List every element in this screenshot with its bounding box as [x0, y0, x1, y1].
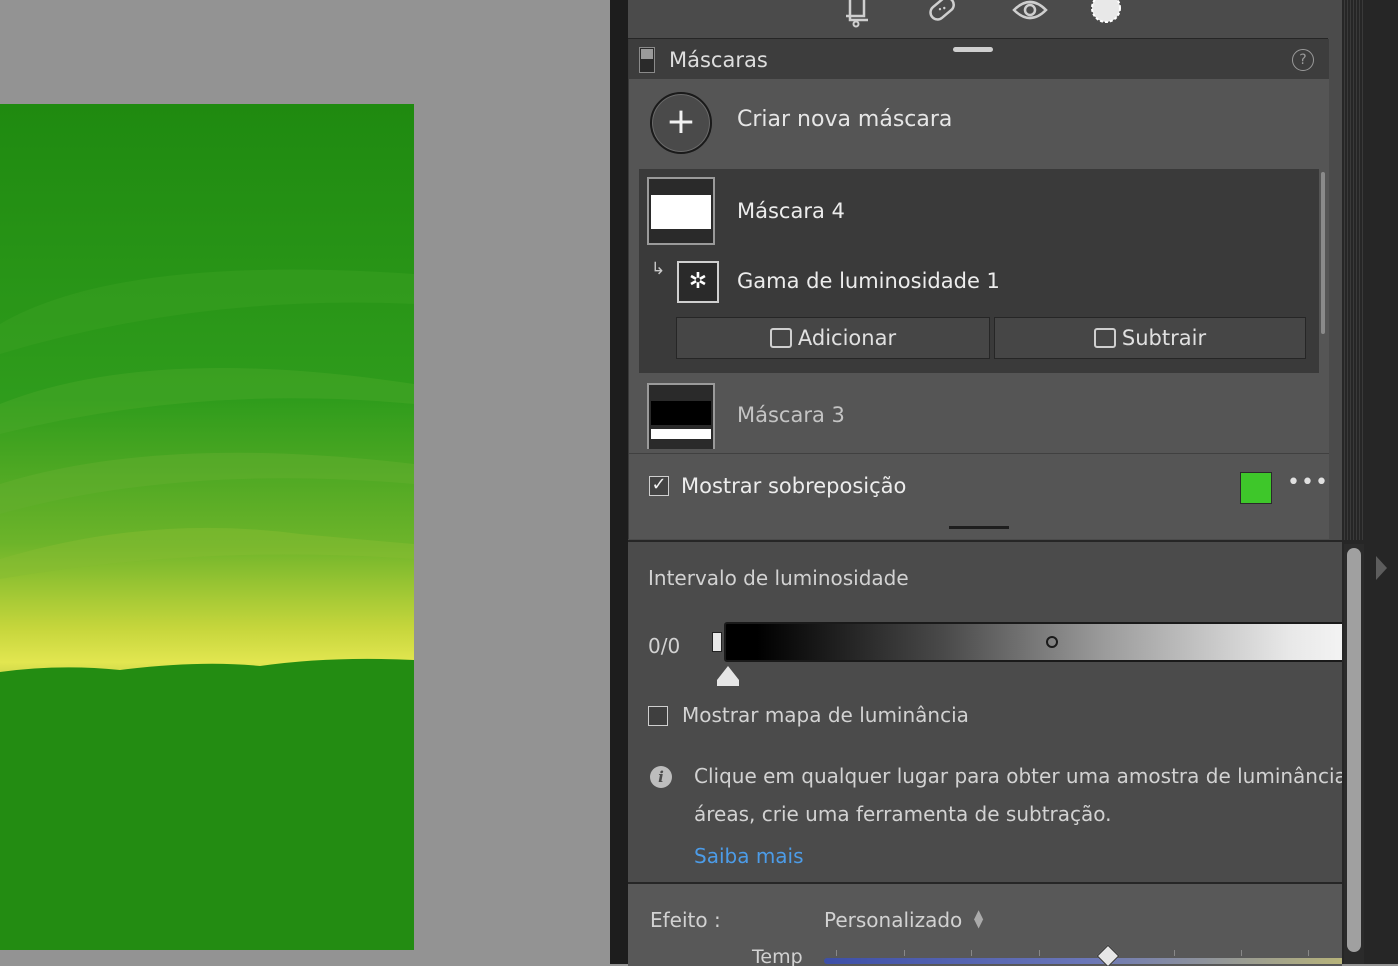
child-arrow-icon: ↳	[651, 259, 666, 279]
subtract-button-label: Subtrair	[1121, 326, 1207, 350]
show-overlay-row: ✓ Mostrar sobreposição •••	[629, 453, 1329, 540]
luminance-range-mid-handle[interactable]	[1046, 636, 1058, 648]
luminance-range-left-handle[interactable]	[712, 632, 722, 652]
mask-item-selected[interactable]: Máscara 4 ↳ ✲ Gama de luminosidade 1 Adi…	[639, 169, 1319, 373]
mask-thumbnail[interactable]	[647, 383, 715, 449]
slider-tick	[1039, 950, 1040, 956]
photo-image	[0, 104, 414, 950]
more-options-icon[interactable]: •••	[1287, 470, 1329, 495]
temp-slider-track[interactable]	[824, 958, 1342, 964]
show-luminance-map-checkbox[interactable]	[648, 706, 668, 726]
heal-icon[interactable]	[922, 0, 962, 28]
info-text-line-1: Clique em qualquer lugar para obter uma …	[694, 764, 1342, 788]
temp-label: Temp	[752, 946, 803, 966]
panel-resize-handle[interactable]	[949, 526, 1009, 529]
mask-item[interactable]: Máscara 3	[639, 377, 1319, 449]
dropdown-updown-icon[interactable]: ▲ ▼	[974, 908, 983, 929]
show-overlay-checkbox[interactable]: ✓	[649, 476, 669, 496]
red-eye-icon[interactable]	[1010, 0, 1050, 28]
overlay-color-swatch[interactable]	[1240, 472, 1272, 504]
slider-tick	[1174, 950, 1175, 956]
show-overlay-label[interactable]: Mostrar sobreposição	[681, 474, 906, 498]
panel-grab-handle[interactable]	[953, 47, 993, 52]
show-luminance-map-label[interactable]: Mostrar mapa de luminância	[682, 703, 969, 727]
effect-preset-dropdown[interactable]: Personalizado	[824, 908, 962, 932]
luminance-range-title: Intervalo de luminosidade	[648, 566, 909, 590]
learn-more-link[interactable]: Saiba mais	[694, 844, 804, 868]
luminance-range-bar[interactable]	[724, 622, 1342, 662]
subtract-mask-icon	[1093, 328, 1116, 348]
luminance-range-component-icon[interactable]: ✲	[677, 261, 719, 303]
mask-label[interactable]: Máscara 4	[737, 199, 845, 223]
create-new-mask-row[interactable]: + Criar nova máscara	[629, 79, 1329, 165]
effect-label: Efeito :	[650, 908, 721, 932]
info-icon: i	[650, 766, 672, 788]
mask-list-scrollbar[interactable]	[1321, 172, 1325, 334]
luminance-range-section: Intervalo de luminosidade 0/0 Mostrar ma…	[628, 540, 1342, 884]
slider-tick	[836, 950, 837, 956]
add-mask-icon	[769, 328, 792, 348]
slider-tick	[904, 950, 905, 956]
add-button-label: Adicionar	[797, 326, 897, 350]
create-new-mask-label[interactable]: Criar nova máscara	[737, 107, 952, 132]
effect-section: Efeito : Personalizado ▲ ▼ Temp	[628, 882, 1342, 966]
panel-toggle-icon[interactable]	[639, 47, 655, 73]
collapse-panel-arrow-icon[interactable]	[1376, 556, 1387, 580]
luminance-falloff-handle[interactable]	[717, 666, 739, 680]
luminance-range-value: 0/0	[648, 634, 681, 658]
slider-tick	[1241, 950, 1242, 956]
create-mask-plus-icon[interactable]: +	[650, 92, 712, 154]
slider-tick	[971, 950, 972, 956]
masks-panel-title: Máscaras	[669, 48, 768, 72]
masking-icon[interactable]	[1086, 0, 1126, 28]
photo-preview-with-mask-overlay[interactable]	[0, 104, 414, 950]
subtract-from-mask-button[interactable]: Subtrair	[994, 317, 1306, 359]
panel-divider	[610, 0, 628, 964]
panel-edge-lines	[1342, 0, 1364, 540]
info-text-line-2: áreas, crie uma ferramenta de subtração.	[694, 802, 1112, 826]
crop-icon[interactable]	[838, 0, 878, 28]
mask-component-label[interactable]: Gama de luminosidade 1	[737, 269, 1000, 293]
tool-strip	[628, 0, 1328, 39]
add-to-mask-button[interactable]: Adicionar	[676, 317, 990, 359]
masks-panel-header[interactable]: Máscaras ?	[629, 39, 1329, 79]
slider-tick	[1308, 950, 1309, 956]
help-icon[interactable]: ?	[1292, 49, 1314, 71]
luminance-falloff-handle-base[interactable]	[717, 680, 739, 686]
masks-panel: Máscaras ? + Criar nova máscara Máscara …	[628, 39, 1329, 539]
mask-label[interactable]: Máscara 3	[737, 403, 845, 427]
mask-thumbnail[interactable]	[647, 177, 715, 245]
panel-scrollbar-thumb[interactable]	[1347, 548, 1361, 952]
